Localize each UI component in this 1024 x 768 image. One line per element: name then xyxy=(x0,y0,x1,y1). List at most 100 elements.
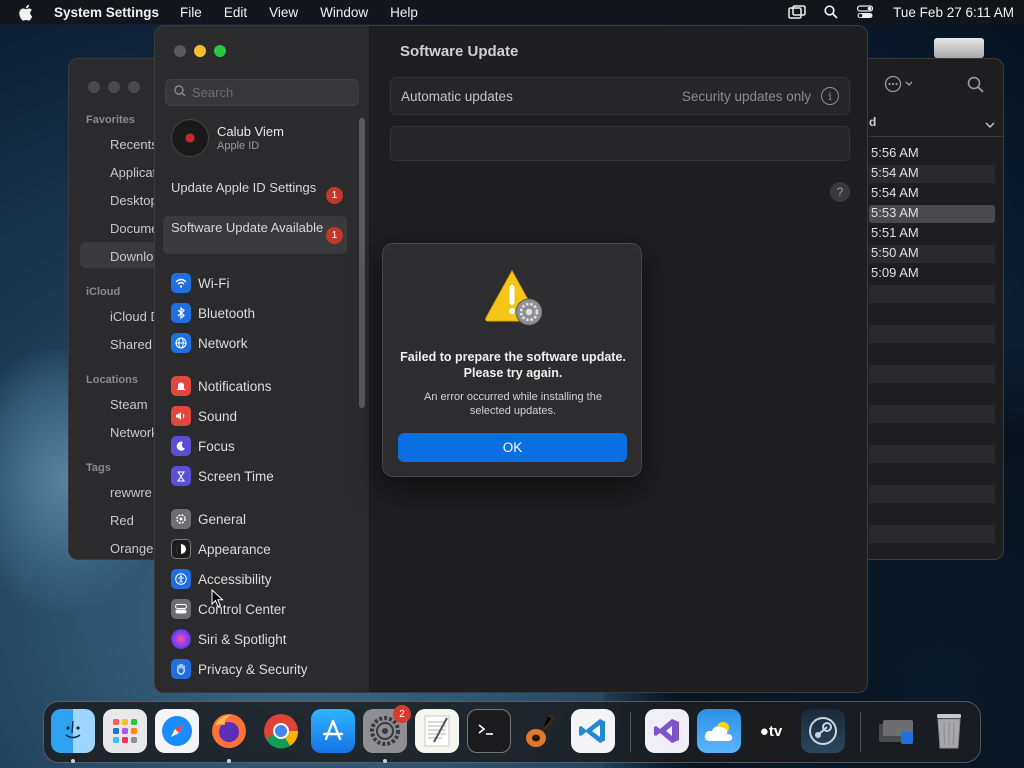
table-row[interactable]: 5:50 AM xyxy=(871,245,995,263)
sidebar-item-appearance[interactable]: Appearance xyxy=(171,538,271,560)
table-row[interactable]: 5:09 AM xyxy=(871,265,995,283)
launchpad-app-icon[interactable] xyxy=(103,709,147,753)
sidebar-item-bluetooth[interactable]: Bluetooth xyxy=(171,302,255,324)
menu-clock[interactable]: Tue Feb 27 6:11 AM xyxy=(893,5,1014,20)
chrome-app-icon[interactable] xyxy=(259,709,303,753)
vscode-app-icon[interactable] xyxy=(571,709,615,753)
more-options-icon[interactable] xyxy=(884,75,916,98)
sidebar-item-label: Focus xyxy=(198,438,235,454)
control-center-icon[interactable] xyxy=(855,4,875,20)
update-apple-id-settings-item[interactable]: Update Apple ID Settings 1 xyxy=(163,176,347,214)
system-settings-app-icon[interactable]: 2 xyxy=(363,705,411,753)
close-button[interactable] xyxy=(174,45,186,57)
app-store-app-icon[interactable] xyxy=(311,709,355,753)
automatic-updates-row[interactable]: Automatic updates Security updates only … xyxy=(390,77,850,115)
sidebar-item-focus[interactable]: Focus xyxy=(171,435,235,457)
sidebar-item-network[interactable]: Network xyxy=(171,332,248,354)
search-field[interactable] xyxy=(165,79,359,106)
sidebar-scrollbar[interactable] xyxy=(359,118,365,408)
software-update-available-item[interactable]: Software Update Available 1 xyxy=(163,216,347,254)
apple-tv-app-icon[interactable]: ●tv xyxy=(749,709,793,753)
hand-icon xyxy=(171,659,191,679)
info-icon[interactable]: i xyxy=(821,87,839,105)
bell-icon xyxy=(171,376,191,396)
visual-studio-app-icon[interactable] xyxy=(645,709,689,753)
moon-icon xyxy=(171,436,191,456)
trash-icon[interactable] xyxy=(927,709,971,753)
sidebar-item-sound[interactable]: Sound xyxy=(171,405,237,427)
sidebar-item-steam[interactable]: Steam xyxy=(110,397,148,412)
sidebar-item-shared[interactable]: Shared xyxy=(110,337,152,352)
weather-app-icon[interactable] xyxy=(697,709,741,753)
date-column-label: d xyxy=(869,115,877,129)
chevron-down-icon xyxy=(985,118,995,132)
table-row[interactable]: 5:53 AM xyxy=(871,205,995,223)
speaker-icon xyxy=(171,406,191,426)
sidebar-item-label: Wi-Fi xyxy=(198,275,230,291)
appearance-icon xyxy=(171,539,191,559)
finder-zoom-button[interactable] xyxy=(128,81,140,93)
table-row[interactable]: 5:56 AM xyxy=(871,145,995,163)
automatic-updates-value: Security updates only xyxy=(681,88,811,104)
running-indicator xyxy=(227,759,231,763)
sidebar-item-label: General xyxy=(198,511,247,527)
table-row[interactable]: 5:51 AM xyxy=(871,225,995,243)
menu-window[interactable]: Window xyxy=(320,5,368,20)
terminal-app-icon[interactable] xyxy=(467,709,511,753)
tag-rewwre[interactable]: rewwre xyxy=(110,485,152,500)
ok-button[interactable]: OK xyxy=(398,433,627,462)
dialog-message: An error occurred while installing the s… xyxy=(424,391,602,417)
tag-red[interactable]: Red xyxy=(110,513,134,528)
sidebar-item-general[interactable]: General xyxy=(171,508,246,530)
external-drive-icon[interactable] xyxy=(934,38,984,58)
spotlight-search-icon[interactable] xyxy=(821,4,841,20)
avatar xyxy=(171,119,209,157)
running-indicator xyxy=(71,759,75,763)
locations-heading: Locations xyxy=(86,374,138,386)
sidebar-item-wifi[interactable]: Wi-Fi xyxy=(171,272,229,294)
globe-icon xyxy=(171,333,191,353)
menu-view[interactable]: View xyxy=(269,5,298,20)
tag-orange[interactable]: Orange xyxy=(110,541,153,556)
notification-badge: 1 xyxy=(326,187,343,204)
help-button[interactable]: ? xyxy=(830,182,850,202)
steam-app-icon[interactable] xyxy=(801,709,845,753)
date-column-header[interactable]: d xyxy=(869,115,1003,137)
sidebar-item-recents[interactable]: Recents xyxy=(110,137,158,152)
textedit-app-icon[interactable] xyxy=(415,709,459,753)
zoom-button[interactable] xyxy=(214,45,226,57)
table-row[interactable]: 5:54 AM xyxy=(871,165,995,183)
sidebar-item-control-center[interactable]: Control Center xyxy=(171,598,286,620)
apple-id-account[interactable]: Calub Viem Apple ID xyxy=(171,119,284,157)
table-row-stripe xyxy=(869,445,995,463)
sidebar-item-screen-time[interactable]: Screen Time xyxy=(171,465,274,487)
alert-label: Update Apple ID Settings xyxy=(171,180,317,195)
app-name-menu[interactable]: System Settings xyxy=(54,5,159,20)
sidebar-item-privacy-security[interactable]: Privacy & Security xyxy=(171,658,308,680)
menu-file[interactable]: File xyxy=(180,5,202,20)
finder-app-icon[interactable] xyxy=(51,709,95,753)
sidebar-item-desktop[interactable]: Desktop xyxy=(110,193,158,208)
sidebar-item-notifications[interactable]: Notifications xyxy=(171,375,272,397)
sidebar-item-siri-spotlight[interactable]: Siri & Spotlight xyxy=(171,628,287,650)
finder-minimize-button[interactable] xyxy=(108,81,120,93)
menu-help[interactable]: Help xyxy=(390,5,418,20)
sidebar-item-label: Network xyxy=(198,335,248,351)
downloads-stack-icon[interactable] xyxy=(875,709,919,753)
dock-separator xyxy=(630,712,631,752)
table-row[interactable]: 5:54 AM xyxy=(871,185,995,203)
finder-close-button[interactable] xyxy=(88,81,100,93)
finder-search-icon[interactable] xyxy=(967,76,985,99)
screen-mirroring-icon[interactable] xyxy=(787,4,807,20)
search-input[interactable] xyxy=(192,85,352,100)
safari-app-icon[interactable] xyxy=(155,709,199,753)
sidebar-item-network[interactable]: Network xyxy=(110,425,158,440)
garageband-app-icon[interactable] xyxy=(519,709,563,753)
update-status-box xyxy=(390,126,850,161)
menu-edit[interactable]: Edit xyxy=(224,5,247,20)
minimize-button[interactable] xyxy=(194,45,206,57)
sidebar-item-accessibility[interactable]: Accessibility xyxy=(171,568,272,590)
firefox-app-icon[interactable] xyxy=(207,709,251,753)
warning-icon xyxy=(485,269,543,326)
apple-menu-icon[interactable] xyxy=(18,3,34,21)
